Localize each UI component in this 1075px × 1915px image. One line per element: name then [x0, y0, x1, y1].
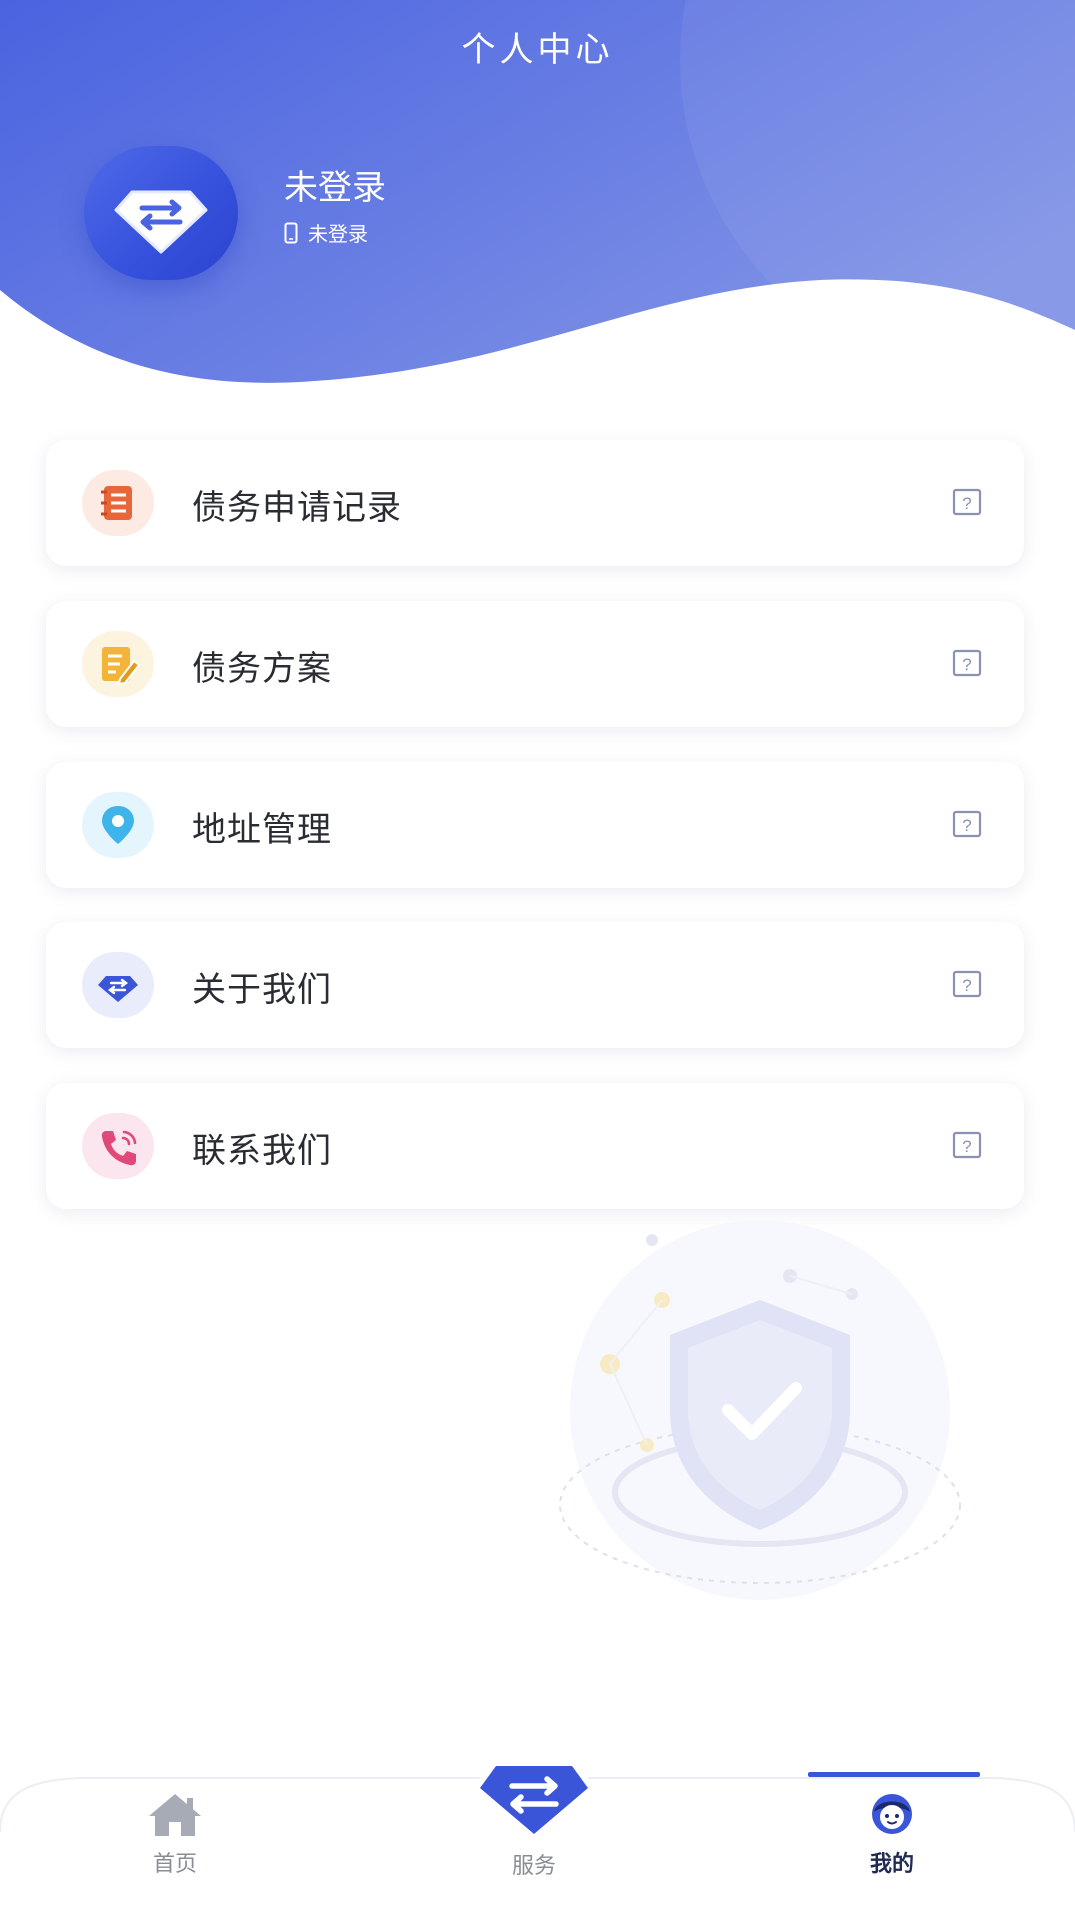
menu-item-label: 地址管理 — [192, 810, 332, 850]
menu-item-about-us[interactable]: 关于我们 ? — [46, 922, 1024, 1048]
diamond-logo-icon — [114, 190, 208, 254]
svg-text:?: ? — [962, 1137, 971, 1156]
tab-active-indicator — [808, 1772, 980, 1777]
menu-item-address[interactable]: 地址管理 ? — [46, 762, 1024, 888]
menu-item-debt-plan[interactable]: 债务方案 ? — [46, 601, 1024, 727]
svg-text:?: ? — [962, 494, 971, 513]
help-icon[interactable]: ? — [952, 969, 982, 999]
tab-home-label: 首页 — [152, 1852, 197, 1877]
user-phone: 未登录 — [308, 222, 368, 246]
location-icon — [82, 792, 154, 858]
user-avatar-icon — [872, 1794, 912, 1834]
svg-text:?: ? — [962, 655, 971, 674]
plan-icon — [82, 631, 154, 697]
record-icon — [82, 470, 154, 536]
svg-text:?: ? — [962, 976, 971, 995]
tab-service-label[interactable]: 服务 — [474, 1848, 594, 1880]
menu-item-debt-records[interactable]: 债务申请记录 ? — [46, 440, 1024, 566]
tab-mine-label: 我的 — [869, 1852, 914, 1877]
menu-item-label: 债务方案 — [192, 649, 332, 689]
svg-text:?: ? — [962, 816, 971, 835]
home-icon — [149, 1794, 201, 1836]
user-phone-row: 未登录 — [284, 218, 368, 247]
phone-icon — [82, 1113, 154, 1179]
help-icon[interactable]: ? — [952, 1130, 982, 1160]
avatar[interactable] — [84, 146, 238, 280]
user-name[interactable]: 未登录 — [284, 160, 386, 209]
help-icon[interactable]: ? — [952, 487, 982, 517]
tab-mine[interactable]: 我的 — [832, 1790, 952, 1878]
help-icon[interactable]: ? — [952, 648, 982, 678]
page-title: 个人中心 — [461, 30, 614, 70]
tab-home[interactable]: 首页 — [115, 1790, 235, 1878]
menu-item-label: 关于我们 — [192, 970, 332, 1010]
menu-item-contact-us[interactable]: 联系我们 ? — [46, 1083, 1024, 1209]
shield-illustration-icon — [559, 1220, 961, 1600]
mobile-phone-icon — [284, 222, 298, 243]
service-center-button[interactable] — [462, 1738, 606, 1846]
help-icon[interactable]: ? — [952, 809, 982, 839]
diamond-icon — [82, 952, 154, 1018]
menu-item-label: 联系我们 — [192, 1131, 332, 1171]
menu-item-label: 债务申请记录 — [192, 488, 402, 528]
